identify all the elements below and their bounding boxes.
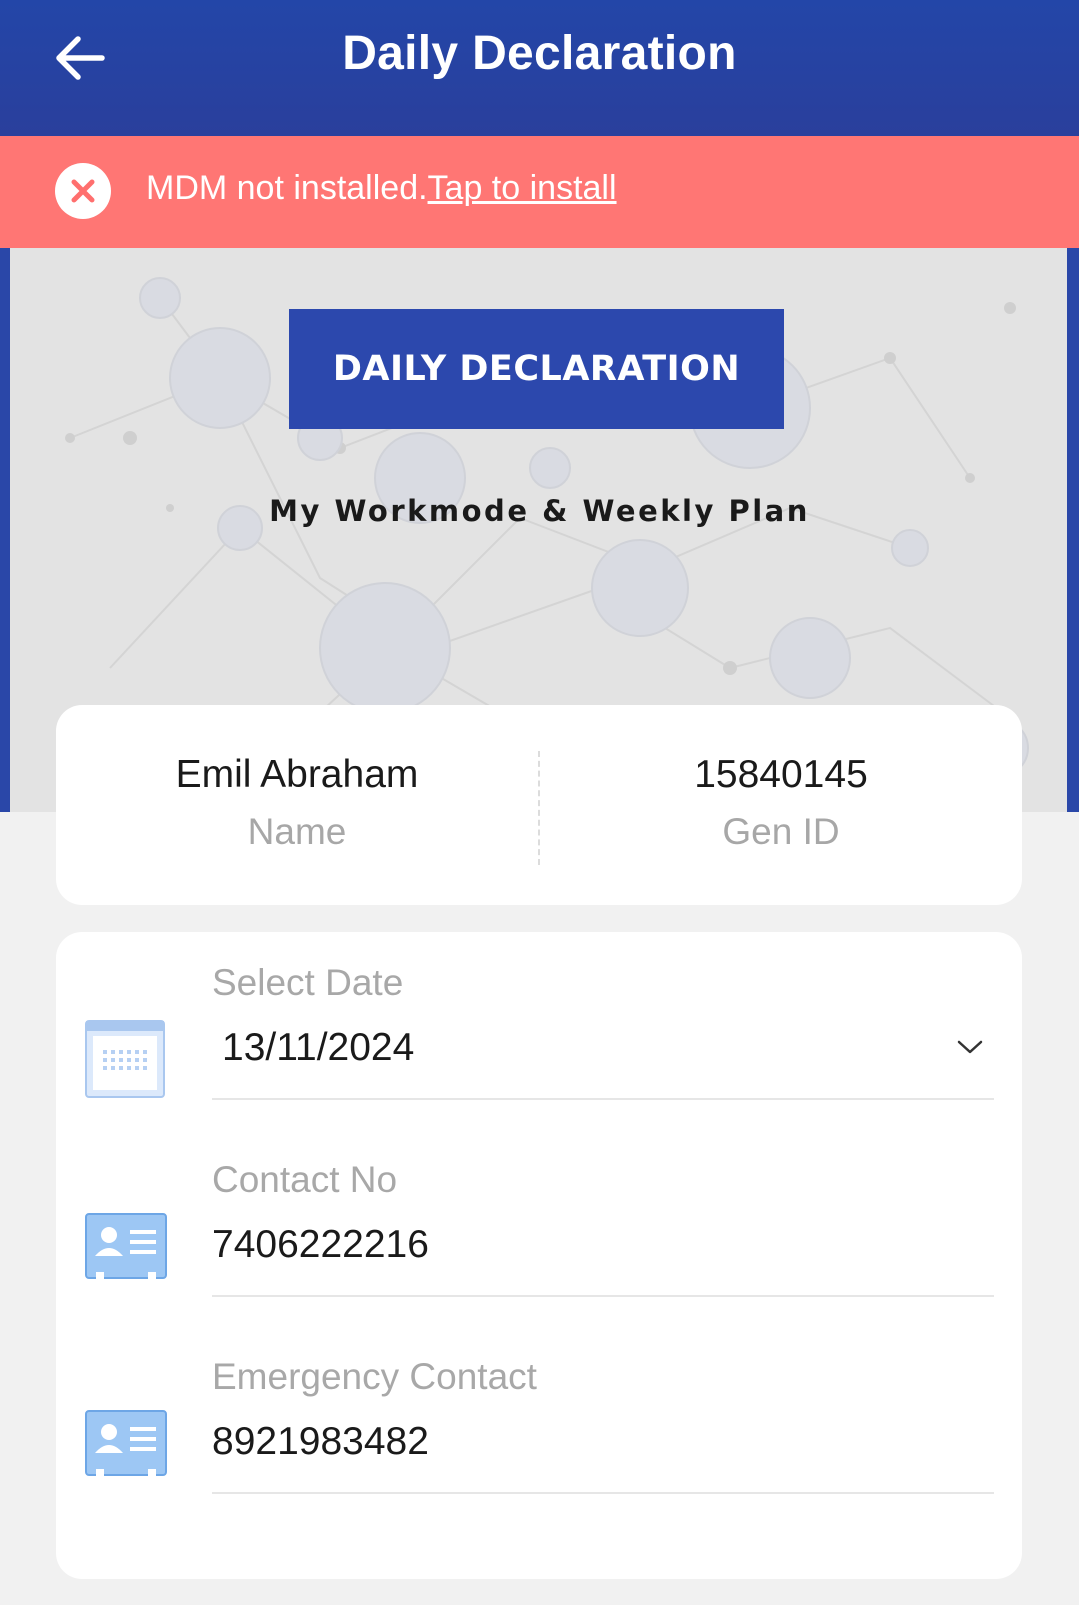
selected-date-value[interactable]: 13/11/2024	[222, 1026, 414, 1070]
contact-no-label: Contact No	[212, 1159, 398, 1200]
contact-underline	[212, 1295, 994, 1297]
app-bar: Daily Declaration	[0, 0, 1079, 136]
close-circle-icon	[55, 163, 111, 219]
hero-left-edge	[0, 248, 10, 812]
gen-id-label: Gen ID	[722, 811, 840, 852]
select-date-label: Select Date	[212, 962, 404, 1003]
profile-card: Emil Abraham Name 15840145 Gen ID	[56, 705, 1022, 905]
calendar-icon	[85, 1020, 165, 1098]
mdm-warning-banner: MDM not installed.Tap to install	[0, 136, 1079, 248]
chevron-down-icon[interactable]	[956, 1038, 984, 1056]
mdm-status-text: MDM not installed.	[146, 169, 428, 207]
contact-card-icon	[85, 1213, 167, 1280]
employee-name: Emil Abraham	[175, 753, 419, 796]
mdm-message: MDM not installed.Tap to install	[146, 169, 617, 208]
contact-no-field[interactable]: Contact No 7406222216	[56, 1129, 1022, 1299]
hero-subtitle: My Workmode & Weekly Plan	[269, 494, 810, 528]
page-title: Daily Declaration	[342, 27, 737, 80]
contact-card-icon	[85, 1410, 167, 1477]
emergency-contact-field[interactable]: Emergency Contact 8921983482	[56, 1326, 1022, 1496]
contact-no-input[interactable]: 7406222216	[212, 1223, 429, 1267]
daily-declaration-badge: DAILY DECLARATION	[289, 309, 784, 429]
hero-right-edge	[1067, 248, 1079, 812]
tap-to-install-link[interactable]: Tap to install	[428, 169, 617, 207]
select-date-field[interactable]: Select Date 13/11/2024	[56, 932, 1022, 1102]
date-underline	[212, 1098, 994, 1100]
emergency-underline	[212, 1492, 994, 1494]
declaration-form: Select Date 13/11/2024 Contact No 740622…	[56, 932, 1022, 1579]
name-label: Name	[247, 811, 347, 852]
gen-id-value: 15840145	[694, 753, 868, 796]
name-column: Emil Abraham Name	[56, 753, 538, 853]
emergency-contact-input[interactable]: 8921983482	[212, 1420, 429, 1464]
emergency-contact-label: Emergency Contact	[212, 1356, 537, 1397]
gen-id-column: 15840145 Gen ID	[540, 753, 1022, 853]
